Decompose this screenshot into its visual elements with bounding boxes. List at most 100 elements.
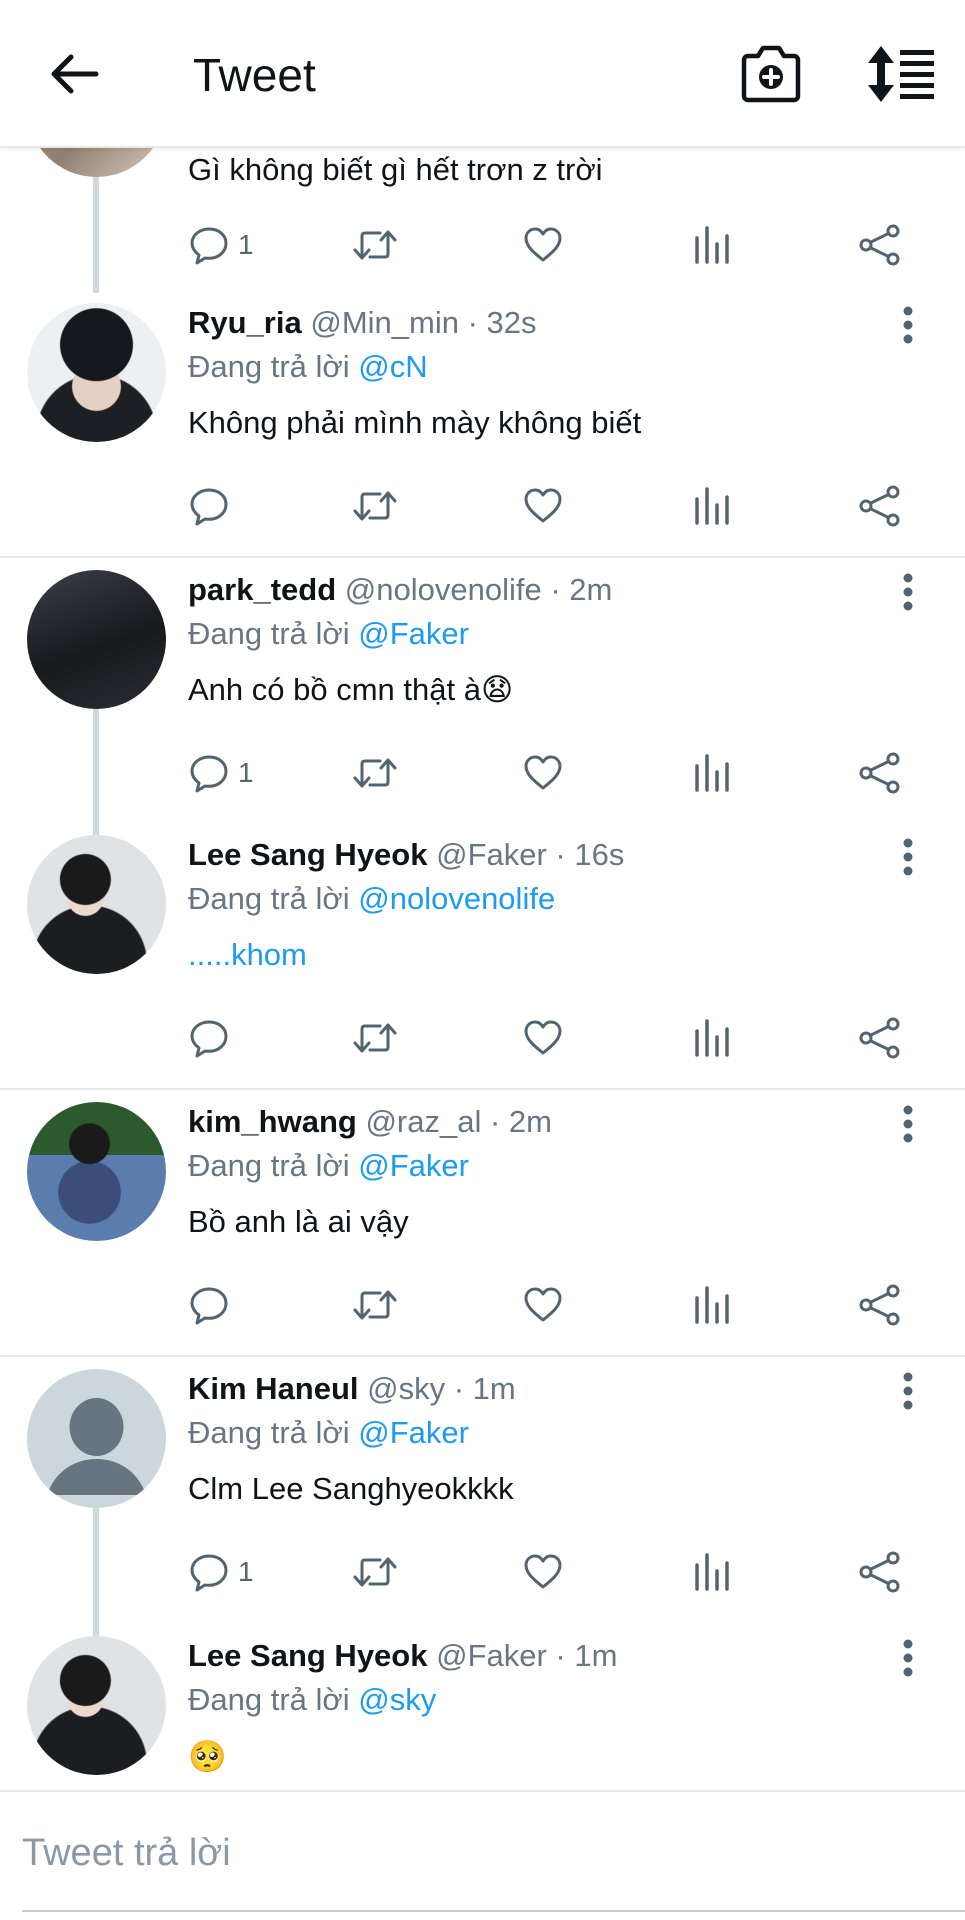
avatar[interactable]: [27, 570, 166, 709]
tweet-divider: [0, 1088, 965, 1090]
user-handle-time: @Min_min · 32s: [310, 305, 537, 340]
replying-prefix: Đang trả lời: [188, 349, 350, 384]
retweet-button[interactable]: [352, 748, 398, 798]
reply-input[interactable]: Tweet trả lời: [22, 1832, 231, 1875]
retweet-icon: [353, 1290, 397, 1320]
tweet[interactable]: Kim Haneul @sky · 1m Đang trả lời @Faker C…: [0, 1359, 965, 1636]
retweet-button[interactable]: [352, 220, 398, 270]
user-handle-time: @Faker · 1m: [436, 1638, 618, 1673]
mention-link[interactable]: @Faker: [358, 1415, 469, 1450]
more-button[interactable]: [893, 1638, 923, 1678]
stats-icon: [695, 754, 729, 792]
user-name[interactable]: park_tedd: [188, 572, 336, 607]
tweet-text: 🥺: [188, 1739, 227, 1774]
avatar[interactable]: [27, 835, 166, 974]
tweet-feed[interactable]: Gì không biết gì hết trơn z trời 1 Ryu_r…: [0, 148, 965, 1790]
like-button[interactable]: [522, 1280, 564, 1330]
more-vertical-icon: [903, 1105, 913, 1143]
tweet-text[interactable]: .....khom: [188, 937, 307, 973]
reply-composer[interactable]: Tweet trả lời: [0, 1790, 965, 1920]
user-name[interactable]: kim_hwang: [188, 1104, 357, 1139]
reply-button[interactable]: 1: [188, 220, 254, 270]
retweet-icon: [353, 758, 397, 788]
tweet-header: kim_hwang @raz_al · 2m: [188, 1104, 552, 1140]
like-button[interactable]: [522, 1547, 564, 1597]
avatar[interactable]: [27, 1636, 166, 1775]
share-icon: [859, 224, 900, 266]
mention-link[interactable]: @sky: [358, 1682, 436, 1717]
share-icon: [859, 1551, 900, 1593]
tweet-text: Bồ anh là ai vậy: [188, 1204, 409, 1239]
avatar[interactable]: [27, 1369, 166, 1508]
more-vertical-icon: [903, 1639, 913, 1677]
mention-link[interactable]: @Faker: [358, 1148, 469, 1183]
tweet-partial[interactable]: Gì không biết gì hết trơn z trời 1: [0, 148, 965, 293]
more-button[interactable]: [893, 572, 923, 612]
user-name[interactable]: Ryu_ria: [188, 305, 302, 340]
sort-icon[interactable]: [866, 44, 936, 104]
share-button[interactable]: [858, 748, 902, 798]
retweet-button[interactable]: [352, 481, 398, 531]
retweet-button[interactable]: [352, 1013, 398, 1063]
more-button[interactable]: [893, 837, 923, 877]
more-vertical-icon: [903, 306, 913, 344]
user-name[interactable]: Kim Haneul: [188, 1371, 359, 1406]
stats-button[interactable]: [692, 220, 732, 270]
reply-button[interactable]: [188, 1280, 238, 1330]
user-name[interactable]: Lee Sang Hyeok: [188, 837, 427, 872]
avatar[interactable]: [27, 148, 166, 177]
like-button[interactable]: [522, 1013, 564, 1063]
stats-icon: [695, 487, 729, 525]
tweet[interactable]: park_tedd @nolovenolife · 2m Đang trả lời…: [0, 560, 965, 837]
share-button[interactable]: [858, 1013, 902, 1063]
share-icon: [859, 1017, 900, 1059]
arrow-left-icon[interactable]: [46, 46, 102, 102]
tweet-text: Anh có bồ cmn thật à😧: [188, 672, 514, 707]
retweet-button[interactable]: [352, 1280, 398, 1330]
tweet[interactable]: Ryu_ria @Min_min · 32s Đang trả lời @cN Kh…: [0, 293, 965, 558]
stats-button[interactable]: [692, 1013, 732, 1063]
tweet[interactable]: kim_hwang @raz_al · 2m Đang trả lời @Fake…: [0, 1092, 965, 1357]
share-button[interactable]: [858, 220, 902, 270]
share-button[interactable]: [858, 481, 902, 531]
stats-button[interactable]: [692, 1280, 732, 1330]
mention-link[interactable]: @cN: [358, 349, 427, 384]
user-handle-time: @nolovenolife · 2m: [344, 572, 613, 607]
stats-button[interactable]: [692, 481, 732, 531]
tweet-actions: [188, 481, 908, 531]
mention-link[interactable]: @Faker: [358, 616, 469, 651]
reply-button[interactable]: [188, 481, 238, 531]
thread-line: [93, 708, 99, 837]
tweet-text: Gì không biết gì hết trơn z trời: [188, 152, 603, 187]
like-button[interactable]: [522, 481, 564, 531]
top-app-bar: Tweet: [0, 0, 965, 148]
like-button[interactable]: [522, 748, 564, 798]
stats-button[interactable]: [692, 1547, 732, 1597]
more-vertical-icon: [903, 838, 913, 876]
avatar[interactable]: [27, 303, 166, 442]
like-button[interactable]: [522, 220, 564, 270]
replying-to: Đang trả lời @cN: [188, 349, 428, 385]
more-button[interactable]: [893, 305, 923, 345]
tweet[interactable]: Lee Sang Hyeok @Faker · 16s Đang trả lời …: [0, 825, 965, 1090]
more-button[interactable]: [893, 1371, 923, 1411]
reply-button[interactable]: [188, 1013, 238, 1063]
user-name[interactable]: Lee Sang Hyeok: [188, 1638, 427, 1673]
stats-button[interactable]: [692, 748, 732, 798]
avatar[interactable]: [27, 1102, 166, 1241]
reply-button[interactable]: 1: [188, 748, 254, 798]
retweet-button[interactable]: [352, 1547, 398, 1597]
replying-to: Đang trả lời @Faker: [188, 1415, 469, 1451]
share-icon: [859, 752, 900, 794]
replying-to: Đang trả lời @Faker: [188, 616, 469, 652]
share-button[interactable]: [858, 1547, 902, 1597]
tweet-actions: 1: [188, 1547, 908, 1597]
share-button[interactable]: [858, 1280, 902, 1330]
mention-link[interactable]: @nolovenolife: [358, 881, 555, 916]
more-button[interactable]: [893, 1104, 923, 1144]
reply-button[interactable]: 1: [188, 1547, 254, 1597]
heart-icon: [524, 1554, 562, 1589]
camera-plus-icon[interactable]: [740, 44, 802, 104]
tweet[interactable]: Lee Sang Hyeok @Faker · 1m Đang trả lời @…: [0, 1626, 965, 1790]
replying-prefix: Đang trả lời: [188, 1148, 350, 1183]
